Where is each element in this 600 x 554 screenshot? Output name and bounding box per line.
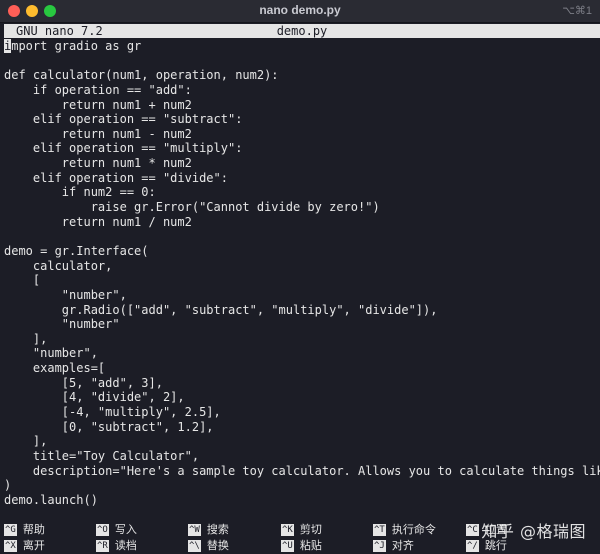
code-line: [5, "add", 3], <box>4 375 163 390</box>
help-key: ^/ <box>466 540 479 552</box>
help-key: ^W <box>188 524 201 536</box>
help-item[interactable]: ^J 对齐 <box>373 538 414 554</box>
help-key: ^J <box>373 540 386 552</box>
nano-filename: demo.py <box>276 24 328 38</box>
code-line: [0, "subtract", 1.2], <box>4 419 214 434</box>
code-line: elif operation == "multiply": <box>4 141 243 156</box>
code-line: if operation == "add": <box>4 82 192 97</box>
text-cursor: i <box>4 39 12 53</box>
code-line: return num1 * num2 <box>4 156 192 171</box>
code-line: elif operation == "subtract": <box>4 112 243 127</box>
help-key: ^R <box>96 540 109 552</box>
code-line: gr.Radio(["add", "subtract", "multiply",… <box>4 302 438 317</box>
help-key: ^T <box>373 524 386 536</box>
help-key: ^U <box>281 540 294 552</box>
help-item[interactable]: ^W 搜索 <box>188 522 229 538</box>
help-label: 对齐 <box>391 539 414 552</box>
help-item[interactable]: ^G 帮助 <box>4 522 45 538</box>
code-line: title="Toy Calculator", <box>4 448 200 463</box>
help-label: 写入 <box>114 523 137 536</box>
code-line: demo.launch() <box>4 492 98 507</box>
code-line: if num2 == 0: <box>4 185 156 200</box>
help-label: 离开 <box>22 539 45 552</box>
code-line: import gradio as gr <box>4 39 142 53</box>
code-line: return num1 - num2 <box>4 126 192 141</box>
code-line: def calculator(num1, operation, num2): <box>4 68 279 83</box>
help-label: 读档 <box>114 539 137 552</box>
code-line: [4, "divide", 2], <box>4 390 185 405</box>
code-line: ], <box>4 331 48 346</box>
terminal-window: nano demo.py ⌥⌘1 GNU nano 7.2 demo.py im… <box>0 0 600 554</box>
help-key: ^X <box>4 540 17 552</box>
help-key: ^K <box>281 524 294 536</box>
nano-header-bar: GNU nano 7.2 demo.py <box>4 24 600 38</box>
code-line: calculator, <box>4 258 113 273</box>
title-bar: nano demo.py ⌥⌘1 <box>0 0 600 23</box>
code-line: [-4, "multiply", 2.5], <box>4 405 221 420</box>
code-line: elif operation == "divide": <box>4 170 228 185</box>
help-label: 执行命令 <box>391 523 436 536</box>
help-label: 帮助 <box>22 523 45 536</box>
code-line: "number", <box>4 346 98 361</box>
code-line: [ <box>4 273 41 288</box>
help-item[interactable]: ^\ 替换 <box>188 538 229 554</box>
code-editor[interactable]: import gradio as gr def calculator(num1, … <box>4 39 600 508</box>
help-key: ^C <box>466 524 479 536</box>
code-line: "number", <box>4 287 127 302</box>
help-key: ^G <box>4 524 17 536</box>
code-line: raise gr.Error("Cannot divide by zero!") <box>4 200 380 215</box>
help-label: 剪切 <box>299 523 322 536</box>
help-key: ^\ <box>188 540 201 552</box>
help-label: 替换 <box>206 539 229 552</box>
code-line: ], <box>4 434 48 449</box>
help-item[interactable]: ^K 剪切 <box>281 522 322 538</box>
help-item[interactable]: ^X 离开 <box>4 538 45 554</box>
code-line: return num1 / num2 <box>4 214 192 229</box>
watermark: 知乎 @格瑞图 <box>481 522 586 541</box>
code-line: examples=[ <box>4 361 106 376</box>
code-line: "number" <box>4 317 120 332</box>
window-shortcut-label: ⌥⌘1 <box>562 5 592 17</box>
code-line: demo = gr.Interface( <box>4 243 149 258</box>
help-label: 粘贴 <box>299 539 322 552</box>
code-line: description="Here's a sample toy calcula… <box>32 463 600 478</box>
window-title: nano demo.py <box>259 3 341 17</box>
code-line: ) <box>4 478 12 493</box>
help-item[interactable]: ^U 粘贴 <box>281 538 322 554</box>
help-item[interactable]: ^O 写入 <box>96 522 137 538</box>
help-label: 搜索 <box>206 523 229 536</box>
code-line: return num1 + num2 <box>4 97 192 112</box>
help-key: ^O <box>96 524 109 536</box>
help-item[interactable]: ^R 读档 <box>96 538 137 554</box>
help-item[interactable]: ^T 执行命令 <box>373 522 436 538</box>
